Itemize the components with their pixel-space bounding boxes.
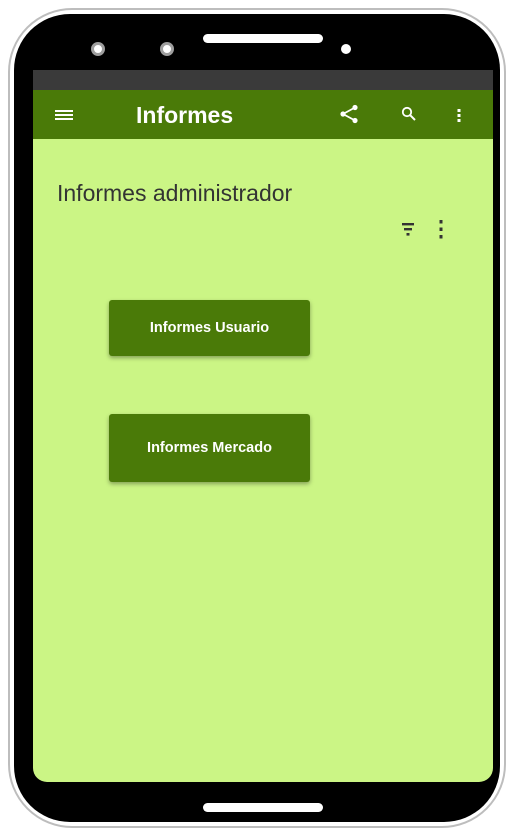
informes-mercado-button[interactable]: Informes Mercado: [109, 414, 310, 482]
app-bar-title: Informes: [136, 102, 234, 128]
page-title: Informes administrador: [57, 180, 293, 206]
speaker-grille: [203, 34, 323, 43]
more-vert-icon[interactable]: [456, 106, 462, 124]
filter-icon[interactable]: [400, 220, 416, 240]
status-bar: [33, 70, 493, 90]
app-bar: Informes: [33, 90, 493, 139]
proximity-sensor-icon: [341, 44, 351, 54]
front-camera-icon: [91, 42, 105, 56]
home-indicator-bar[interactable]: [203, 803, 323, 812]
hamburger-menu-icon[interactable]: [55, 110, 73, 120]
search-icon[interactable]: [401, 106, 417, 122]
more-vert-icon[interactable]: [437, 218, 445, 240]
app-screen: Informes Informes administrador Informes…: [33, 70, 493, 782]
informes-usuario-button[interactable]: Informes Usuario: [109, 300, 310, 356]
front-sensor-icon: [160, 42, 174, 56]
share-icon[interactable]: [340, 104, 358, 124]
